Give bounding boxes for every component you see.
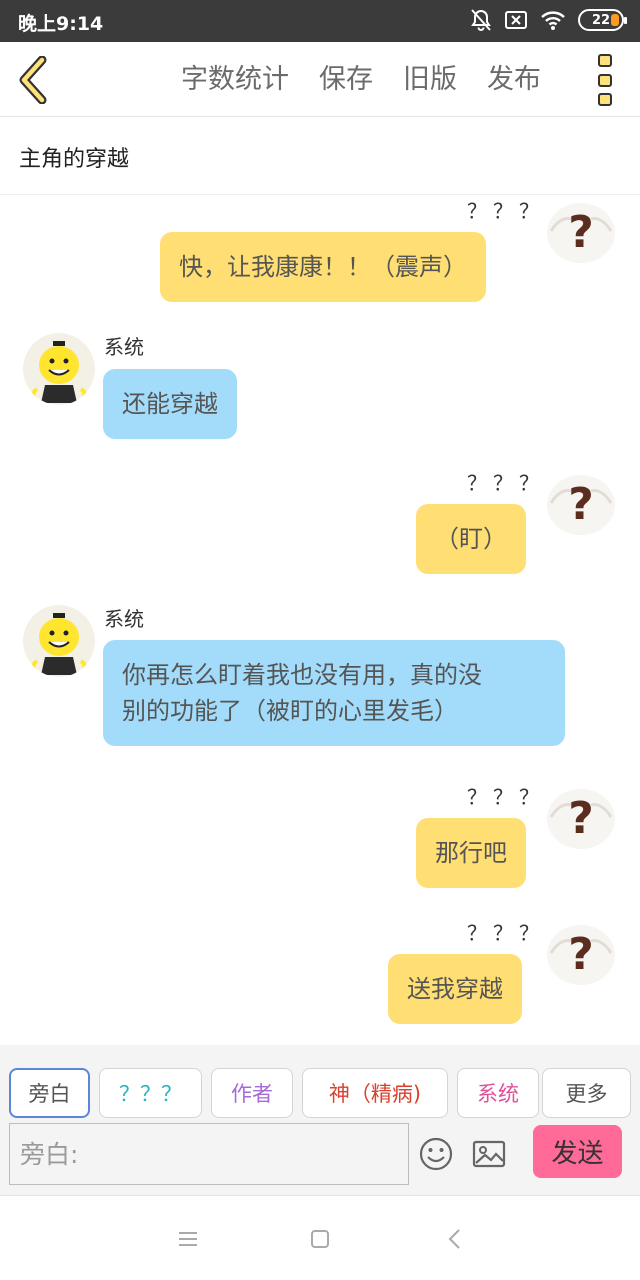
speaker-name: ？？？ [467,199,545,223]
sim-x-icon [504,9,528,31]
menu-icon[interactable] [173,1224,203,1254]
smiley-icon[interactable] [418,1136,454,1172]
battery-icon: 22 [578,9,627,31]
old-version-button[interactable]: 旧版 [388,62,472,98]
yellow-octopus-teacher-avatar[interactable] [23,333,95,405]
message-input[interactable] [9,1123,409,1185]
chat-bubble-left[interactable]: 还能穿越 [103,369,237,439]
role-tab-narrator[interactable]: 旁白 [9,1068,90,1118]
composer: 旁白 ？？？ 作者 神（精病) 系统 更多 发送 [0,1045,640,1195]
speaker-name: ？？？ [467,471,545,495]
chevron-left-icon [16,55,52,108]
story-title-row[interactable]: 主角的穿越 [0,117,640,195]
publish-button[interactable]: 发布 [472,62,556,98]
back-button[interactable] [16,55,52,105]
svg-text:?: ? [568,479,594,530]
chat-area[interactable]: ？？？ ? 快，让我康康！！（震声） 系统 还能穿越 ？？？ ? （盯） 系统 … [0,195,640,1045]
chat-bubble-line: 你再怎么盯着我也没有用，真的没 [122,661,482,689]
chat-bubble-right[interactable]: 快，让我康康！！（震声） [160,232,486,302]
question-mark-avatar[interactable]: ? [545,781,617,853]
system-nav-bar [0,1195,640,1280]
chat-bubble-right[interactable]: 送我穿越 [388,954,522,1024]
home-square-icon[interactable] [305,1224,335,1254]
chat-bubble-right[interactable]: 那行吧 [416,818,526,888]
status-time: 晚上9:14 [18,13,104,35]
story-title: 主角的穿越 [19,147,130,172]
question-mark-avatar[interactable]: ? [545,917,617,989]
save-button[interactable]: 保存 [304,62,388,98]
role-tab-unknown[interactable]: ？？？ [99,1068,202,1118]
status-bar: 晚上9:14 22 [0,0,640,42]
editor-toolbar: 字数统计 保存 旧版 发布 [0,42,640,117]
role-tab-god[interactable]: 神（精病) [302,1068,448,1118]
chat-bubble-line: 别的功能了（被盯的心里发毛） [122,697,458,725]
image-icon[interactable] [471,1136,507,1172]
svg-text:?: ? [568,793,594,844]
question-mark-avatar[interactable]: ? [545,195,617,267]
word-count-button[interactable]: 字数统计 [166,62,304,98]
speaker-name: 系统 [104,607,144,631]
speaker-name: 系统 [104,335,144,359]
more-vertical-icon[interactable] [594,54,616,106]
status-icons: 22 [470,8,627,32]
yellow-octopus-teacher-avatar[interactable] [23,605,95,677]
battery-level: 22 [591,12,611,28]
send-button[interactable]: 发送 [533,1125,622,1178]
chat-bubble-right[interactable]: （盯） [416,504,526,574]
role-tab-author[interactable]: 作者 [211,1068,293,1118]
toolbar-actions: 字数统计 保存 旧版 发布 [166,62,556,98]
role-selector: 旁白 ？？？ 作者 神（精病) 系统 更多 [9,1068,631,1118]
role-tab-more[interactable]: 更多 [542,1068,631,1118]
chat-bubble-left[interactable]: 你再怎么盯着我也没有用，真的没 别的功能了（被盯的心里发毛） [103,640,565,746]
bell-off-icon [470,8,492,32]
speaker-name: ？？？ [467,785,545,809]
role-tab-system[interactable]: 系统 [457,1068,539,1118]
svg-text:?: ? [568,207,594,258]
speaker-name: ？？？ [467,921,545,945]
svg-text:?: ? [568,929,594,980]
wifi-icon [540,9,566,31]
input-row: 发送 [9,1123,631,1185]
question-mark-avatar[interactable]: ? [545,467,617,539]
back-triangle-icon[interactable] [440,1224,470,1254]
